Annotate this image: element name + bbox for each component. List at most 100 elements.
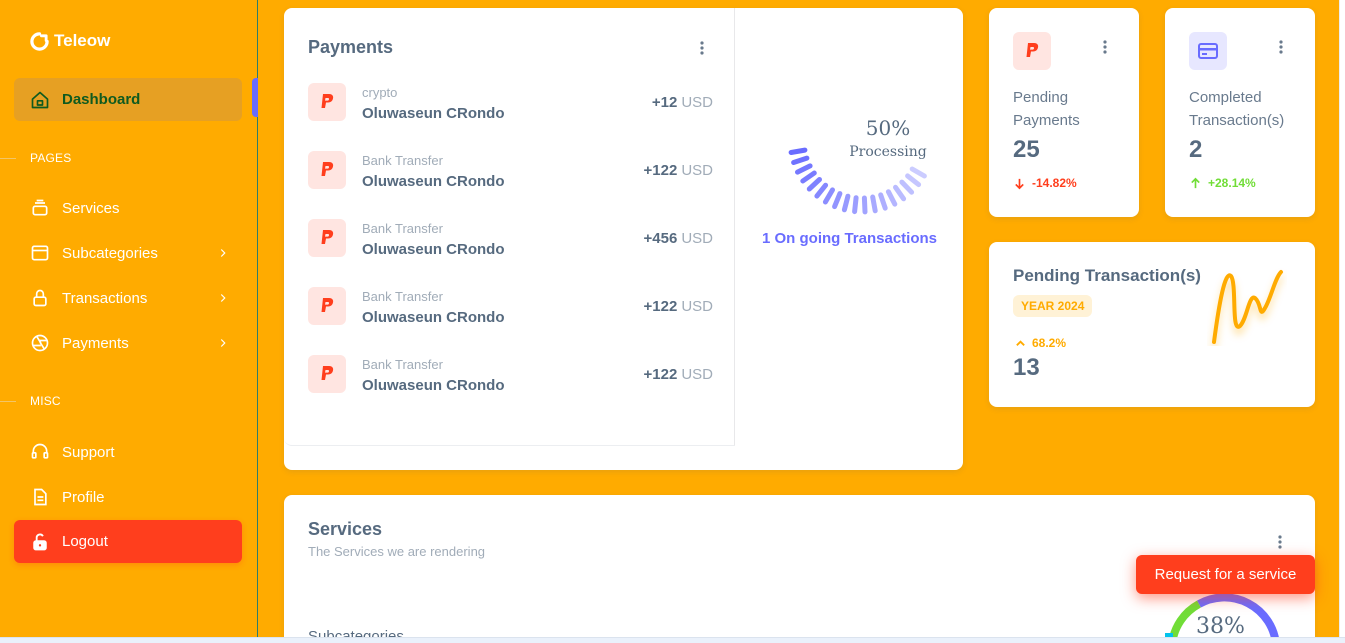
pending-payments-card: Pending Payments 25 -14.82% bbox=[989, 8, 1139, 217]
gauge-tick bbox=[806, 177, 822, 192]
sidebar-item-label: Profile bbox=[62, 488, 105, 506]
sidebar-item-services[interactable]: Services bbox=[30, 196, 230, 220]
gauge-tick bbox=[899, 179, 915, 195]
stat-delta: -14.82% bbox=[1013, 176, 1077, 190]
chevron-right-icon bbox=[220, 339, 226, 347]
gauge-tick bbox=[795, 163, 813, 175]
stat-value: 2 bbox=[1189, 136, 1203, 163]
bottom-scrollbar[interactable] bbox=[0, 637, 1345, 643]
sidebar-item-label: Subcategories bbox=[62, 244, 158, 262]
file-icon bbox=[34, 488, 47, 506]
scrollbar-track[interactable] bbox=[1339, 0, 1345, 637]
credit-card-icon bbox=[1189, 32, 1227, 70]
paypal-icon bbox=[1013, 32, 1051, 70]
payment-type: crypto bbox=[362, 85, 398, 100]
unlock-icon bbox=[33, 533, 47, 550]
stat-delta: +28.14% bbox=[1189, 176, 1256, 190]
sidebar: Teleow Dashboard PAGES Services Subcateg… bbox=[0, 0, 258, 643]
gauge-tick bbox=[852, 195, 859, 215]
sidebar-item-label: Dashboard bbox=[62, 91, 141, 108]
layers-icon bbox=[32, 199, 48, 216]
gauge-tick bbox=[788, 147, 808, 155]
payment-name: Oluwaseun CRondo bbox=[362, 241, 505, 258]
payments-title: Payments bbox=[308, 37, 394, 57]
gauge-tick bbox=[814, 182, 829, 199]
more-vertical-icon[interactable] bbox=[1272, 534, 1288, 550]
year-badge: YEAR 2024 bbox=[1013, 295, 1093, 317]
sidebar-item-label: Services bbox=[62, 199, 120, 217]
headset-icon bbox=[31, 443, 49, 459]
gauge-tick bbox=[791, 155, 810, 165]
sidebar-item-label: Support bbox=[62, 443, 115, 461]
payment-amount: +122 USD bbox=[643, 298, 713, 315]
lock-icon bbox=[33, 289, 47, 307]
gauge-tick bbox=[800, 170, 817, 184]
payments-card: Payments crypto Oluwaseun CRondo +12 USD … bbox=[284, 8, 963, 470]
paypal-icon bbox=[308, 287, 346, 325]
paypal-icon bbox=[308, 83, 346, 121]
sidebar-item-profile[interactable]: Profile bbox=[30, 485, 230, 509]
payment-amount: +12 USD bbox=[651, 94, 713, 111]
payment-type: Bank Transfer bbox=[362, 153, 443, 168]
brand[interactable]: Teleow bbox=[30, 31, 110, 51]
payment-type: Bank Transfer bbox=[362, 221, 443, 236]
more-vertical-icon[interactable] bbox=[1273, 39, 1289, 55]
gauge-tick bbox=[905, 173, 922, 188]
section-header-pages: PAGES bbox=[0, 151, 258, 165]
payment-type: Bank Transfer bbox=[362, 289, 443, 304]
gauge-tick bbox=[841, 193, 851, 213]
gauge-tick bbox=[909, 166, 927, 179]
payment-row[interactable]: Bank Transfer Oluwaseun CRondo +456 USD bbox=[308, 219, 713, 259]
payment-amount: +122 USD bbox=[643, 366, 713, 383]
more-vertical-icon[interactable] bbox=[694, 40, 710, 56]
completed-transactions-card: Completed Transaction(s) 2 +28.14% bbox=[1165, 8, 1315, 217]
gauge-tick bbox=[878, 192, 888, 211]
payment-row[interactable]: Bank Transfer Oluwaseun CRondo +122 USD bbox=[308, 287, 713, 327]
logout-button[interactable]: Logout bbox=[14, 520, 242, 563]
processing-radial-gauge: 50% Processing bbox=[758, 60, 938, 220]
teleow-logo-icon bbox=[30, 31, 49, 51]
home-icon bbox=[31, 91, 49, 108]
request-service-button[interactable]: Request for a service bbox=[1136, 555, 1315, 594]
gauge-tick bbox=[893, 184, 907, 202]
gauge-tick bbox=[885, 189, 898, 207]
pending-value: 13 bbox=[1013, 354, 1040, 381]
payment-amount: +456 USD bbox=[643, 230, 713, 247]
gauge-label: Processing bbox=[849, 144, 927, 160]
gauge-tick bbox=[822, 187, 835, 205]
sidebar-item-transactions[interactable]: Transactions bbox=[30, 286, 230, 310]
gauge-tick bbox=[832, 191, 843, 210]
payment-name: Oluwaseun CRondo bbox=[362, 377, 505, 394]
logout-label: Logout bbox=[62, 533, 108, 550]
payment-row[interactable]: Bank Transfer Oluwaseun CRondo +122 USD bbox=[308, 151, 713, 191]
sidebar-item-support[interactable]: Support bbox=[30, 440, 230, 464]
stat-label: Pending Payments bbox=[1013, 89, 1080, 129]
ongoing-transactions-link[interactable]: 1 On going Transactions bbox=[736, 230, 963, 247]
section-header-misc: MISC bbox=[0, 394, 258, 408]
payment-type: Bank Transfer bbox=[362, 357, 443, 372]
radial-gauge-ticks bbox=[788, 147, 927, 215]
payment-row[interactable]: crypto Oluwaseun CRondo +12 USD bbox=[308, 83, 713, 123]
sidebar-item-label: Payments bbox=[62, 334, 129, 352]
active-indicator bbox=[252, 78, 258, 117]
payment-row[interactable]: Bank Transfer Oluwaseun CRondo +122 USD bbox=[308, 355, 713, 395]
paypal-icon bbox=[308, 219, 346, 257]
stat-value: 25 bbox=[1013, 136, 1040, 163]
sidebar-item-dashboard[interactable]: Dashboard bbox=[14, 78, 242, 121]
sidebar-item-payments[interactable]: Payments bbox=[30, 331, 230, 355]
chevron-right-icon bbox=[220, 249, 226, 257]
sidebar-item-subcategories[interactable]: Subcategories bbox=[30, 241, 230, 265]
chevron-right-icon bbox=[220, 294, 226, 302]
services-title: Services bbox=[308, 519, 383, 539]
payment-name: Oluwaseun CRondo bbox=[362, 105, 505, 122]
payment-name: Oluwaseun CRondo bbox=[362, 309, 505, 326]
stat-label: Completed Transaction(s) bbox=[1189, 89, 1285, 129]
pending-transactions-title: Pending Transaction(s) bbox=[1013, 266, 1201, 285]
paypal-icon bbox=[308, 355, 346, 393]
payments-list-panel: Payments crypto Oluwaseun CRondo +12 USD … bbox=[284, 8, 735, 446]
chevron-up-icon bbox=[1016, 339, 1025, 346]
gauge-percent: 50% bbox=[865, 116, 911, 140]
more-vertical-icon[interactable] bbox=[1097, 39, 1113, 55]
gauge-tick bbox=[870, 194, 878, 214]
brand-name: Teleow bbox=[54, 31, 111, 50]
